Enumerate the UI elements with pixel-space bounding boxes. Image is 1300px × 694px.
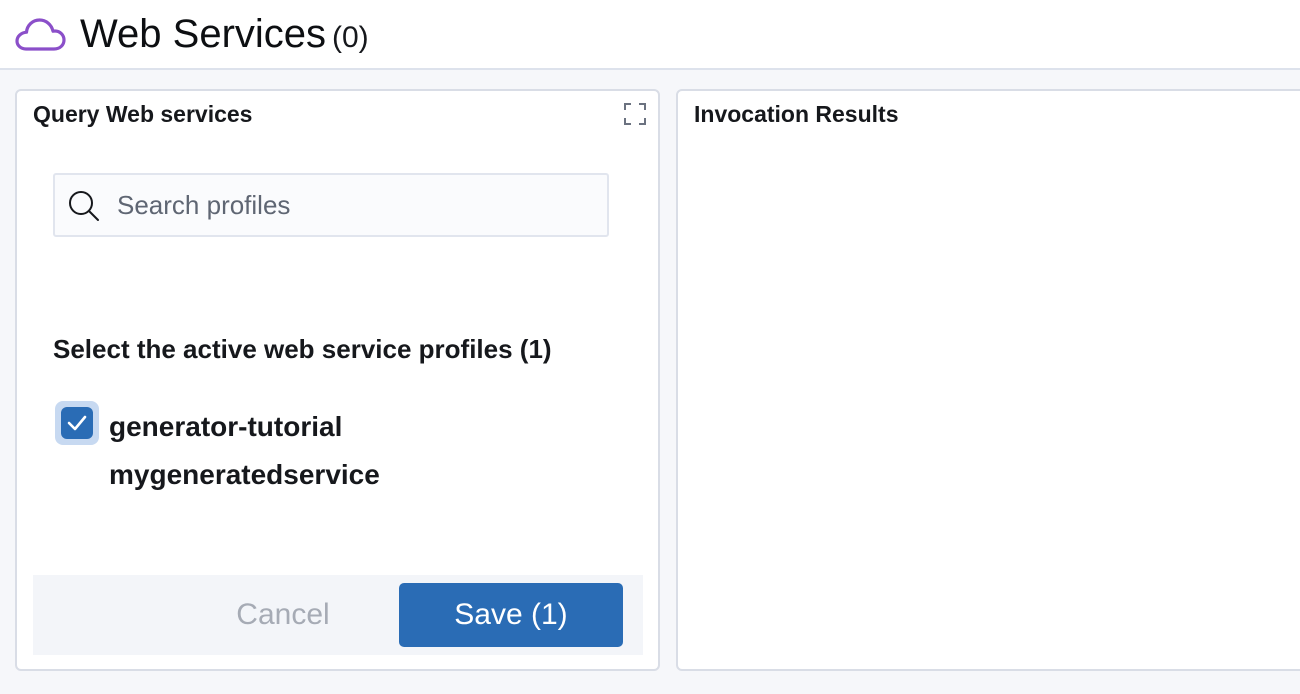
checkbox-checked xyxy=(61,407,93,439)
panel-footer: Cancel Save (1) xyxy=(33,575,643,655)
page-title-count: (0) xyxy=(332,21,369,54)
query-web-services-panel: Query Web services Select the active web… xyxy=(15,89,660,671)
search-icon xyxy=(69,191,99,221)
profile-checkbox[interactable] xyxy=(55,401,99,445)
panel-title: Query Web services xyxy=(33,101,253,127)
page-header: Web Services (0) xyxy=(0,0,1300,70)
profile-label[interactable]: generator-tutorial mygeneratedservice xyxy=(109,403,380,499)
expand-icon[interactable] xyxy=(624,103,646,125)
save-button[interactable]: Save (1) xyxy=(399,583,623,647)
checkmark-icon xyxy=(67,415,87,431)
profile-label-line1: generator-tutorial xyxy=(109,411,343,442)
profile-label-line2: mygeneratedservice xyxy=(109,459,380,490)
panel-title: Invocation Results xyxy=(694,101,899,127)
search-input[interactable] xyxy=(117,185,587,225)
page-title: Web Services xyxy=(80,12,327,56)
cloud-icon xyxy=(15,18,66,51)
invocation-results-panel: Invocation Results xyxy=(676,89,1300,671)
cancel-button[interactable]: Cancel xyxy=(163,583,403,647)
search-field[interactable] xyxy=(53,173,609,237)
section-heading: Select the active web service profiles (… xyxy=(53,334,552,364)
